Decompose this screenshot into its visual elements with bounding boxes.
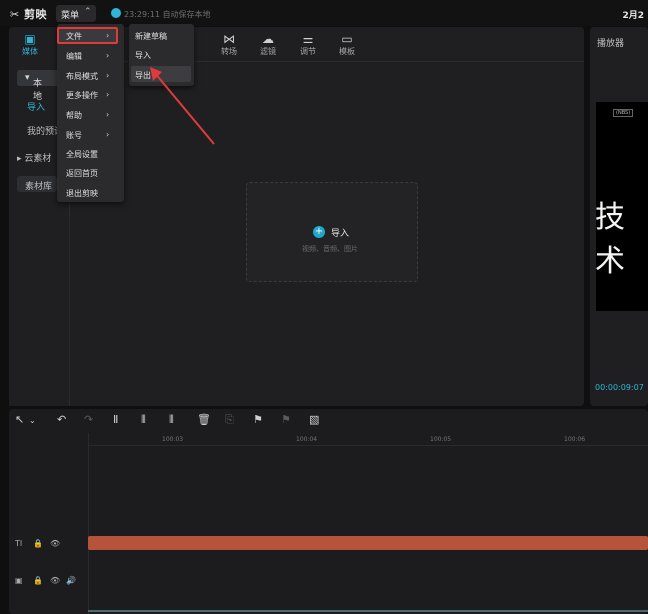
menu-item[interactable]: 账号 <box>66 130 82 141</box>
chevron-right-icon: › <box>106 90 110 99</box>
ruler-tick: 100:06 <box>564 436 586 443</box>
player-preview-text: 技术 <box>595 200 625 279</box>
chevron-right-icon: › <box>106 31 110 40</box>
tab-adjust[interactable]: ⚌ 调节 <box>290 32 326 57</box>
freeze-icon[interactable]: ⎘ <box>225 413 234 427</box>
tab-transition-label: 转场 <box>221 47 237 56</box>
tab-template-label: 模板 <box>339 47 355 56</box>
text-track-icon: TI <box>15 539 23 548</box>
chevron-right-icon: › <box>106 110 110 119</box>
chevron-right-icon: › <box>106 130 110 139</box>
tab-filter[interactable]: ☁ 滤镜 <box>250 32 286 57</box>
marker-icon[interactable]: ⚑ <box>253 413 263 426</box>
player-watermark: (NBS) <box>613 109 634 117</box>
submenu-item-import[interactable]: 导入 <box>135 50 151 61</box>
tab-adjust-label: 调节 <box>300 47 316 56</box>
filter-icon: ☁ <box>262 32 274 46</box>
menu-item[interactable]: 全局设置 <box>66 149 98 160</box>
sidebar-local-label: 本地 <box>33 79 43 102</box>
menu-button-label: 菜单 <box>61 11 80 21</box>
trim-left-icon[interactable]: ⦀ <box>141 413 146 427</box>
track-header-divider <box>88 433 89 614</box>
autosave-check-icon <box>111 8 121 18</box>
import-label: 导入 <box>331 229 350 239</box>
chevron-up-icon: ⌃ <box>84 7 92 17</box>
chevron-down-icon[interactable]: ⌄ <box>29 416 36 425</box>
submenu-item-new-draft[interactable]: 新建草稿 <box>135 31 167 42</box>
tab-media[interactable]: ▣ 媒体 <box>12 32 48 57</box>
import-hint: 视频、音频、图片 <box>302 245 358 253</box>
tab-media-label: 媒体 <box>22 47 38 56</box>
ruler-tick: 100:04 <box>296 436 318 443</box>
template-icon: ▭ <box>341 32 353 46</box>
tab-transition[interactable]: ⋈ 转场 <box>211 32 247 57</box>
menu-item[interactable]: 更多操作 <box>66 90 98 101</box>
sidebar-library-label: 素材库 <box>25 182 53 192</box>
date-label: 2月2 <box>622 11 644 21</box>
chevron-right-icon: › <box>106 51 110 60</box>
marker-disabled-icon[interactable]: ⚑ <box>281 413 291 426</box>
video-track-icon: ▣ <box>15 576 23 585</box>
main-track-line <box>88 610 648 612</box>
player-title: 播放器 <box>597 39 625 49</box>
chevron-right-icon: › <box>106 71 110 80</box>
menu-item[interactable]: 返回首页 <box>66 168 98 179</box>
sidebar-item-import[interactable]: 导入 <box>27 100 45 113</box>
menu-item[interactable]: 退出剪映 <box>66 188 98 199</box>
timeline-toolbar <box>9 409 648 433</box>
split-icon[interactable]: Ⅱ <box>113 413 118 426</box>
title-bar <box>0 0 648 26</box>
select-tool-icon[interactable]: ↖ <box>15 413 24 426</box>
menu-item[interactable]: 编辑 <box>66 51 82 62</box>
plus-icon: + <box>313 226 325 238</box>
tab-template[interactable]: ▭ 模板 <box>329 32 365 57</box>
adjust-icon: ⚌ <box>302 32 314 46</box>
menu-item[interactable]: 文件 <box>66 31 82 42</box>
sidebar-item-cloud[interactable]: ▸ 云素材 <box>17 151 51 164</box>
autosave-status: 23:29:11 自动保存本地 <box>124 10 211 19</box>
text-clip[interactable] <box>88 536 648 550</box>
menu-item[interactable]: 帮助 <box>66 110 82 121</box>
sidebar-cloud-label: 云素材 <box>24 154 52 164</box>
tab-filter-label: 滤镜 <box>260 47 276 56</box>
media-icon: ▣ <box>24 32 36 46</box>
app-logo: ✂ 剪映 <box>10 8 48 21</box>
menu-item[interactable]: 布局模式 <box>66 71 98 82</box>
annotation-arrow <box>150 67 215 145</box>
undo-icon[interactable]: ↶ <box>57 413 66 426</box>
delete-icon[interactable]: 🗑 <box>197 413 211 426</box>
player-timecode: 00:00:09:07 <box>595 383 644 392</box>
audio-icon[interactable]: 🔊 <box>66 576 76 585</box>
trim-right-icon[interactable]: ⦀ <box>169 413 174 427</box>
eye-icon[interactable]: 👁 <box>50 539 60 548</box>
menu-button[interactable]: 菜单 ⌃ <box>56 5 96 22</box>
lock-icon[interactable]: 🔒 <box>33 576 43 585</box>
eye-icon[interactable]: 👁 <box>50 576 60 585</box>
ruler-tick: 100:05 <box>430 436 452 443</box>
redo-icon[interactable]: ↷ <box>84 413 93 426</box>
sidebar-item-library[interactable]: 素材库 <box>17 176 57 192</box>
lock-icon[interactable]: 🔒 <box>33 539 43 548</box>
app-name: 剪映 <box>24 8 48 21</box>
ruler-tick: 100:03 <box>162 436 184 443</box>
screenshot-icon[interactable]: ▧ <box>309 413 319 426</box>
transition-icon: ⋈ <box>223 32 235 46</box>
